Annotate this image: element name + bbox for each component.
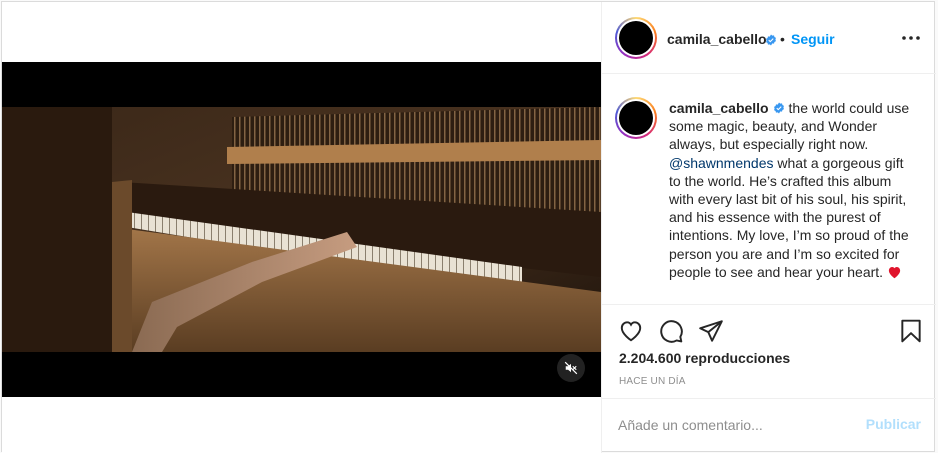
heart-icon[interactable]	[618, 318, 644, 344]
bookmark-icon[interactable]	[898, 318, 924, 344]
instagram-post: camila_cabello • Seguir camila_cabello t…	[1, 1, 936, 453]
author-username[interactable]: camila_cabello	[667, 31, 767, 47]
comment-bar: Publicar	[602, 398, 936, 453]
post-header: camila_cabello • Seguir	[602, 2, 936, 74]
view-count[interactable]: 2.204.600 reproducciones	[619, 350, 790, 366]
muted-speaker-icon	[564, 361, 578, 375]
caption-section: camila_cabello the world could use some …	[602, 74, 936, 305]
caption-mention[interactable]: @shawnmendes	[669, 155, 774, 171]
avatar[interactable]	[615, 17, 657, 59]
post-media	[2, 2, 601, 453]
share-icon[interactable]	[698, 318, 724, 344]
red-heart-emoji	[888, 266, 901, 279]
post-sidebar: camila_cabello • Seguir camila_cabello t…	[601, 2, 936, 453]
follow-button[interactable]: Seguir	[791, 31, 835, 47]
video-player[interactable]	[2, 62, 601, 397]
more-options-icon[interactable]	[900, 30, 922, 46]
follow-separator: •	[780, 31, 785, 47]
caption-username[interactable]: camila_cabello	[669, 100, 769, 116]
mute-button[interactable]	[557, 354, 585, 382]
post-timestamp[interactable]: HACE UN DÍA	[619, 376, 686, 387]
caption-text: camila_cabello the world could use some …	[669, 99, 919, 281]
caption-body-2: what a gorgeous gift to the world. He’s …	[669, 154, 909, 280]
caption-avatar[interactable]	[615, 97, 657, 139]
comment-input[interactable]	[618, 415, 848, 435]
publish-button[interactable]: Publicar	[866, 416, 921, 432]
action-bar	[602, 305, 936, 355]
verified-badge-icon	[773, 102, 784, 114]
comment-icon[interactable]	[658, 318, 684, 344]
video-frame-piano	[2, 62, 601, 397]
verified-badge-icon	[766, 34, 776, 46]
